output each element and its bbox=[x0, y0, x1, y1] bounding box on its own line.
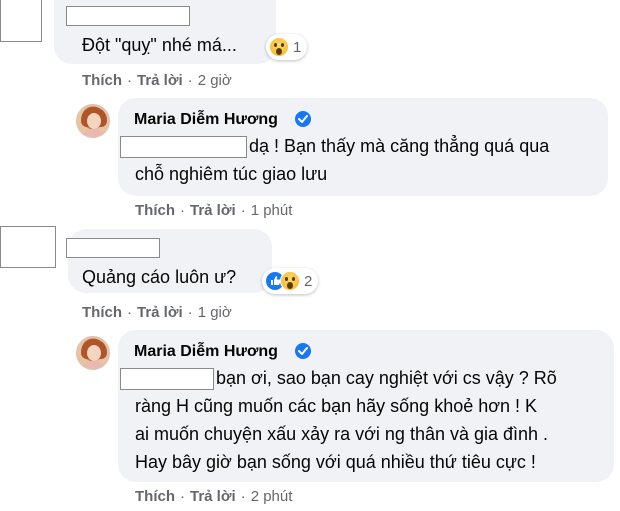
avatar[interactable] bbox=[76, 104, 110, 138]
reply-actions: Thích · Trả lời · 1 phút bbox=[135, 202, 292, 219]
separator: · bbox=[127, 72, 132, 89]
like-link[interactable]: Thích bbox=[135, 488, 175, 505]
comment-actions: Thích · Trả lời · 2 giờ bbox=[82, 72, 232, 89]
separator: · bbox=[187, 304, 193, 321]
reaction-count: 1 bbox=[293, 38, 302, 56]
like-link[interactable]: Thích bbox=[135, 202, 175, 219]
reply-text-line: ai muốn chuyện xấu xảy ra với ng thân và… bbox=[135, 424, 549, 444]
redacted-avatar bbox=[0, 0, 42, 42]
reply-link[interactable]: Trả lời bbox=[137, 304, 183, 321]
timestamp-link[interactable]: 2 giờ bbox=[198, 72, 232, 89]
avatar[interactable] bbox=[76, 336, 110, 370]
separator: · bbox=[240, 202, 246, 219]
separator: · bbox=[187, 72, 193, 89]
timestamp-link[interactable]: 2 phút bbox=[251, 488, 293, 505]
reply-actions: Thích · Trả lời · 2 phút bbox=[135, 488, 292, 505]
reply-link[interactable]: Trả lời bbox=[190, 488, 236, 505]
like-link[interactable]: Thích bbox=[82, 72, 122, 89]
reply-link[interactable]: Trả lời bbox=[137, 72, 183, 89]
reply-text-line: Hay bây giờ bạn sống với quá nhiều thứ t… bbox=[135, 452, 536, 472]
timestamp-link[interactable]: 1 giờ bbox=[198, 304, 232, 321]
like-link[interactable]: Thích bbox=[82, 304, 122, 321]
redacted-avatar bbox=[0, 226, 56, 268]
author-name[interactable]: Maria Diễm Hương bbox=[134, 343, 278, 361]
separator: · bbox=[240, 488, 246, 505]
reply-link[interactable]: Trả lời bbox=[190, 202, 236, 219]
reply-text-line: chỗ nghiêm túc giao lưu bbox=[135, 164, 328, 184]
comment-text: Đột "quỵ" nhé má... bbox=[82, 35, 237, 55]
verified-badge-icon bbox=[295, 343, 311, 359]
separator: · bbox=[180, 202, 185, 219]
wow-icon bbox=[280, 271, 300, 291]
author-name[interactable]: Maria Diễm Hương bbox=[134, 111, 278, 129]
redacted-name bbox=[66, 6, 190, 26]
reply-text-line: ràng H cũng muốn các bạn hãy sống khoẻ h… bbox=[135, 396, 538, 416]
reply-text-line: bạn ơi, sao bạn cay nghiệt với cs vậy ? … bbox=[216, 368, 557, 388]
comment-actions: Thích · Trả lời · 1 giờ bbox=[82, 304, 232, 321]
redacted-mention bbox=[120, 136, 247, 158]
separator: · bbox=[127, 304, 132, 321]
separator: · bbox=[180, 488, 185, 505]
verified-badge-icon bbox=[295, 111, 311, 127]
redacted-mention bbox=[120, 368, 214, 390]
comment-text: Quảng cáo luôn ư? bbox=[82, 267, 237, 287]
wow-icon bbox=[269, 37, 289, 57]
timestamp-link[interactable]: 1 phút bbox=[251, 202, 293, 219]
reaction-pill[interactable]: 1 bbox=[266, 34, 308, 60]
redacted-name bbox=[66, 238, 160, 258]
reply-text-line: dạ ! Bạn thấy mà căng thẳng quá qua bbox=[249, 136, 550, 156]
reaction-count: 2 bbox=[304, 272, 313, 290]
reaction-pill[interactable]: 2 bbox=[262, 268, 319, 294]
